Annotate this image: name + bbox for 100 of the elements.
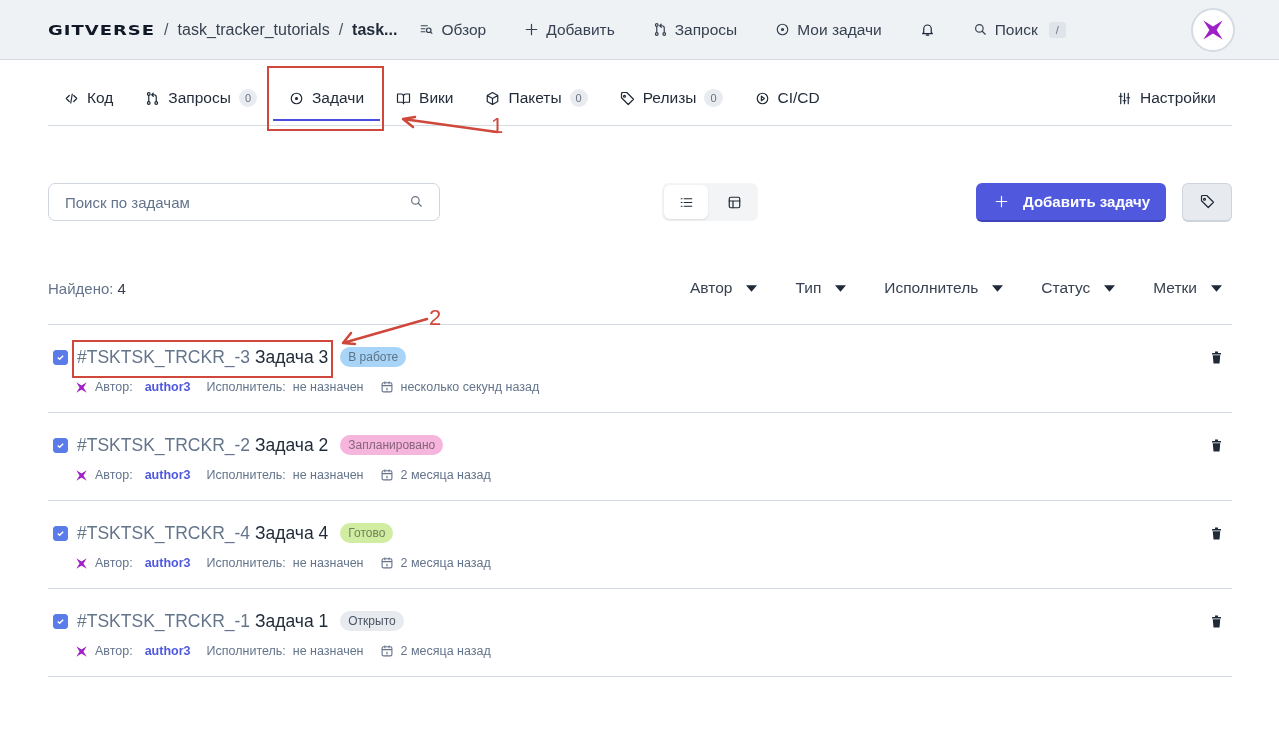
author-label: Автор: [95,380,133,394]
breadcrumb-separator: / [338,20,344,39]
tab[interactable]: Вики [380,77,470,121]
notifications-button[interactable] [919,22,935,37]
check-icon [56,352,65,362]
checkbox[interactable] [53,437,68,453]
book-icon [396,90,412,106]
assignee-label: Исполнитель: [206,556,286,570]
author-label: Автор: [95,556,133,570]
tag-icon [1199,194,1215,209]
search-icon [972,22,988,37]
assignee-label: Исполнитель: [206,468,286,482]
tab[interactable]: Запросы 0 [129,77,273,121]
plus-icon [994,193,1010,209]
shortcut-key: / [1048,21,1066,38]
trash-icon [1209,525,1224,541]
filter-dropdown[interactable]: Метки [1125,279,1232,297]
author-link[interactable]: author3 [144,556,191,570]
calendar-icon [379,380,394,394]
count-badge: 0 [569,89,588,107]
breadcrumb-separator: / [164,20,169,39]
status-badge: Открыто [340,611,404,631]
status-badge: Запланировано [340,435,444,455]
caret-icon [746,284,758,292]
caret-icon [1211,284,1222,292]
play-circle-icon [754,90,770,106]
created-date: 2 месяца назад [400,556,491,570]
status-badge: В работе [340,347,407,367]
callout-number: 2 [429,304,442,331]
author-link[interactable]: author3 [144,468,191,482]
author-link[interactable]: author3 [144,380,191,394]
count-badge: 0 [704,89,723,107]
plus-icon [524,22,540,37]
created-date: 2 месяца назад [400,468,491,482]
nav-link[interactable]: Мои задачи [775,20,882,39]
star-logo-icon [75,380,88,394]
checkbox[interactable] [53,613,68,629]
settings-tab[interactable]: Настройки [1101,77,1232,121]
overview-icon [419,22,435,37]
trash-icon [1209,613,1224,629]
check-icon [56,440,65,450]
code-icon [64,90,79,106]
star-logo-icon [75,644,88,658]
tab[interactable]: Задачи [273,77,381,121]
filter-dropdown[interactable]: Исполнитель [856,279,1014,297]
bell-icon [919,22,935,37]
created-date: несколько секунд назад [400,380,540,394]
trash-icon [1209,437,1224,453]
assignee-value: не назначен [292,380,364,394]
checkbox[interactable] [53,525,68,541]
status-badge: Готово [340,523,394,543]
search-icon [409,194,424,209]
avatar[interactable] [1191,7,1235,52]
count-badge: 0 [238,89,257,107]
assignee-value: не назначен [292,644,364,658]
sliders-icon [1117,90,1132,106]
tab[interactable]: Релизы 0 [603,77,739,121]
logo[interactable]: GITVERSE [48,21,156,38]
star-logo-icon [75,468,88,482]
breadcrumb-link[interactable]: task... [352,20,398,39]
issue-title-link[interactable]: #TSKTSK_TRCKR_-1 Задача 1 [77,610,329,631]
assignee-label: Исполнитель: [206,644,286,658]
filter-dropdown[interactable]: Автор [690,279,768,297]
filter-dropdown[interactable]: Статус [1013,279,1126,297]
pull-request-icon [145,90,161,106]
calendar-icon [379,468,394,482]
caret-icon [1104,284,1116,292]
add-issue-button[interactable]: Добавить задачу [976,182,1166,222]
checkbox[interactable] [53,349,68,365]
assignee-value: не назначен [292,556,364,570]
assignee-label: Исполнитель: [206,380,286,394]
star-logo-icon [75,556,88,570]
nav-link[interactable]: Запросы [652,20,738,39]
issue-title-link[interactable]: #TSKTSK_TRCKR_-3 Задача 3 [77,346,329,367]
author-link[interactable]: author3 [144,644,191,658]
created-date: 2 месяца назад [400,644,491,658]
caret-icon [992,284,1004,292]
issue-title-link[interactable]: #TSKTSK_TRCKR_-4 Задача 4 [77,522,329,543]
star-logo-icon [1201,17,1225,42]
table-icon [726,194,742,210]
nav-link[interactable]: Добавить [524,20,615,39]
breadcrumb-link[interactable]: task_tracker_tutorials [177,20,330,39]
calendar-icon [379,644,394,658]
tag-icon [619,90,635,106]
search-link[interactable]: Поиск / [972,20,1066,39]
nav-link[interactable]: Обзор [419,20,487,39]
found-count: Найдено: 4 [48,279,126,297]
filter-dropdown[interactable]: Тип [767,279,857,297]
calendar-icon [379,556,394,570]
caret-icon [835,284,847,292]
check-icon [56,528,65,538]
labels-button[interactable] [1182,182,1232,222]
tab[interactable]: Код [48,77,130,121]
search-field[interactable]: Поиск по задачам [48,183,440,221]
author-label: Автор: [95,468,133,482]
tab[interactable]: CI/CD [738,77,836,121]
trash-icon [1209,349,1224,365]
issue-circle-icon [775,22,791,37]
cube-icon [485,90,501,106]
issue-title-link[interactable]: #TSKTSK_TRCKR_-2 Задача 2 [77,434,329,455]
